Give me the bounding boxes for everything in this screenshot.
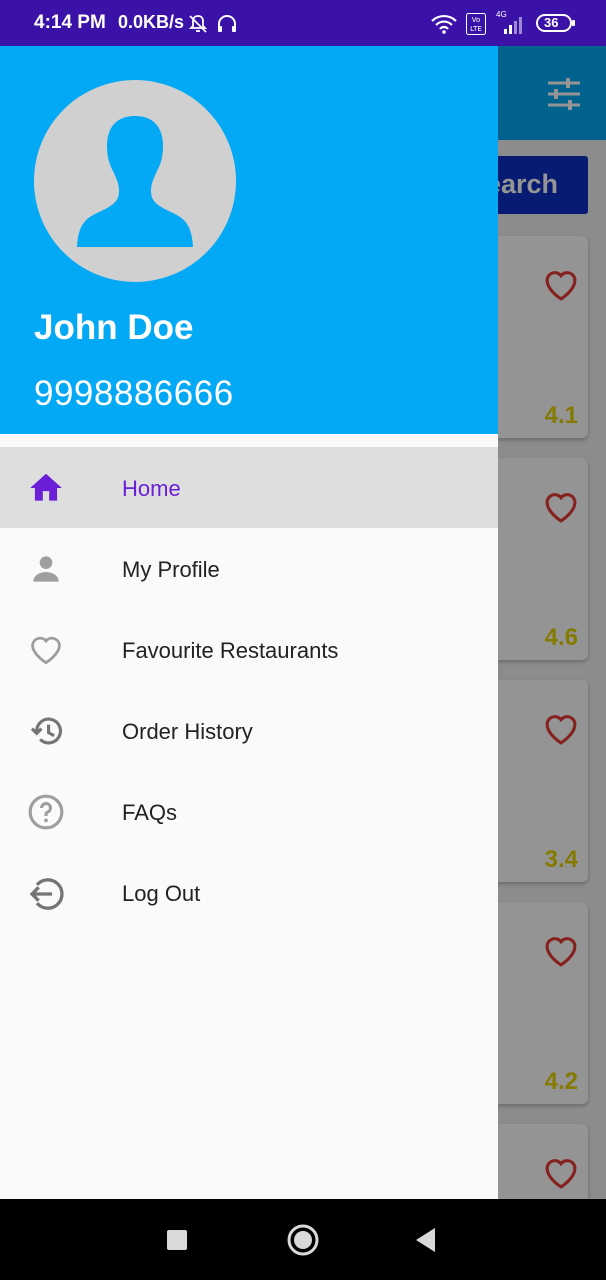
signal-icon: 4G (494, 10, 526, 41)
home-button[interactable] (286, 1223, 320, 1262)
user-name: John Doe (34, 308, 194, 347)
drawer-header: John Doe 9998886666 (0, 46, 498, 434)
battery-level: 36 (544, 15, 559, 30)
back-button[interactable] (414, 1227, 436, 1258)
menu-item-my-profile[interactable]: My Profile (0, 528, 498, 609)
menu-item-label: Order History (122, 719, 253, 744)
logout-icon (27, 874, 65, 912)
svg-text:LTE: LTE (470, 25, 482, 33)
person-icon (27, 550, 65, 588)
menu-item-label: My Profile (122, 557, 220, 582)
menu-item-label: Log Out (122, 881, 201, 906)
home-icon (27, 469, 65, 507)
help-circle-icon (27, 793, 65, 831)
person-silhouette-icon (77, 116, 193, 247)
history-icon (27, 712, 65, 750)
avatar (34, 80, 236, 282)
menu-item-log-out[interactable]: Log Out (0, 852, 498, 933)
svg-text:Vo: Vo (472, 16, 481, 24)
status-bar: 4:14 PM 0.0KB/s Vo LTE 4G 36 (0, 0, 606, 46)
menu-item-faqs[interactable]: FAQs (0, 771, 498, 852)
wifi-icon (430, 14, 458, 39)
drawer-menu: Home My Profile Favourite Restaurants Or… (0, 447, 498, 933)
headphones-icon (216, 14, 238, 39)
mute-bell-icon (188, 14, 208, 39)
menu-item-label: FAQs (122, 800, 178, 825)
network-type: 4G (496, 10, 507, 19)
menu-item-favourite-restaurants[interactable]: Favourite Restaurants (0, 609, 498, 690)
system-nav-bar (0, 1199, 606, 1280)
volte-icon: Vo LTE (466, 13, 486, 40)
menu-item-home[interactable]: Home (0, 447, 498, 528)
recents-button[interactable] (166, 1229, 188, 1256)
user-phone: 9998886666 (34, 374, 234, 413)
navigation-drawer: John Doe 9998886666 Home My Profile Favo… (0, 46, 498, 1199)
menu-item-order-history[interactable]: Order History (0, 690, 498, 771)
menu-item-label: Home (122, 476, 181, 501)
status-time: 4:14 PM (34, 12, 106, 33)
status-speed: 0.0KB/s (118, 12, 185, 32)
heart-outline-icon (27, 631, 65, 669)
battery-icon: 36 (536, 13, 576, 38)
menu-item-label: Favourite Restaurants (122, 638, 339, 663)
